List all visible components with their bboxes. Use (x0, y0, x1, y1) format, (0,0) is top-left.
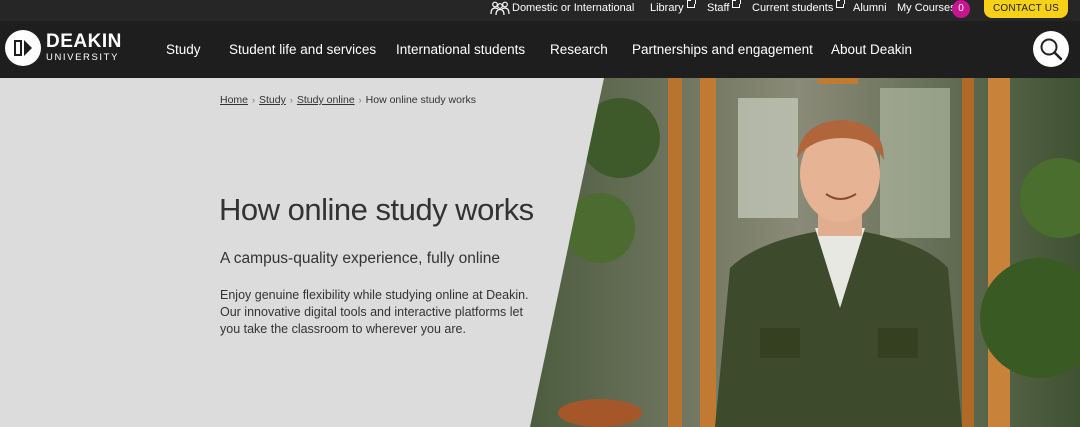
chevron-right-icon: › (358, 95, 362, 105)
audience-toggle[interactable]: Domestic or International (512, 0, 634, 21)
utility-bar: Domestic or International Library Staff … (0, 0, 1080, 21)
nav-item-international[interactable]: International students (396, 21, 525, 78)
alumni-link[interactable]: Alumni (853, 0, 887, 21)
page-subtitle: A campus-quality experience, fully onlin… (220, 250, 501, 267)
nav-item-student-life[interactable]: Student life and services (229, 21, 376, 78)
contact-us-button[interactable]: CONTACT US (984, 0, 1068, 18)
staff-label: Staff (707, 2, 730, 14)
current-students-link[interactable]: Current students (752, 0, 846, 21)
hero-section: Home › Study › Study online › How online study… (0, 78, 1080, 427)
breadcrumb-home[interactable]: Home (220, 94, 248, 106)
external-link-icon (836, 0, 846, 8)
deakin-logo[interactable]: DEAKIN UNIVERSITY (5, 30, 121, 68)
breadcrumb-study[interactable]: Study (259, 94, 286, 106)
logo-wordmark: DEAKIN (46, 31, 122, 52)
logo-mark-icon (5, 30, 41, 66)
breadcrumb-current: How online study works (365, 94, 476, 106)
page-title: How online study works (219, 192, 534, 227)
library-link[interactable]: Library (650, 0, 696, 21)
logo-subtitle: UNIVERSITY (46, 52, 120, 63)
my-courses-count-badge: 0 (952, 0, 970, 18)
breadcrumb-study-online[interactable]: Study online (297, 94, 355, 106)
search-icon (1040, 38, 1063, 61)
my-courses-link[interactable]: My Courses (897, 0, 956, 21)
search-button[interactable] (1033, 31, 1069, 67)
nav-item-study[interactable]: Study (166, 21, 201, 78)
breadcrumb: Home › Study › Study online › How online study… (220, 94, 476, 106)
people-icon (490, 1, 510, 15)
external-link-icon (732, 0, 742, 8)
nav-item-about[interactable]: About Deakin (831, 21, 912, 78)
main-nav: DEAKIN UNIVERSITY Study Student life and… (0, 21, 1080, 78)
intro-text: Enjoy genuine flexibility while studying… (220, 288, 529, 336)
external-link-icon (686, 0, 696, 8)
chevron-right-icon: › (289, 95, 293, 105)
staff-link[interactable]: Staff (707, 0, 742, 21)
hero-photo (0, 78, 1080, 427)
library-label: Library (650, 2, 684, 14)
chevron-right-icon: › (252, 95, 256, 105)
nav-item-research[interactable]: Research (550, 21, 608, 78)
nav-item-partnerships[interactable]: Partnerships and engagement (632, 21, 813, 78)
current-students-label: Current students (752, 2, 834, 14)
